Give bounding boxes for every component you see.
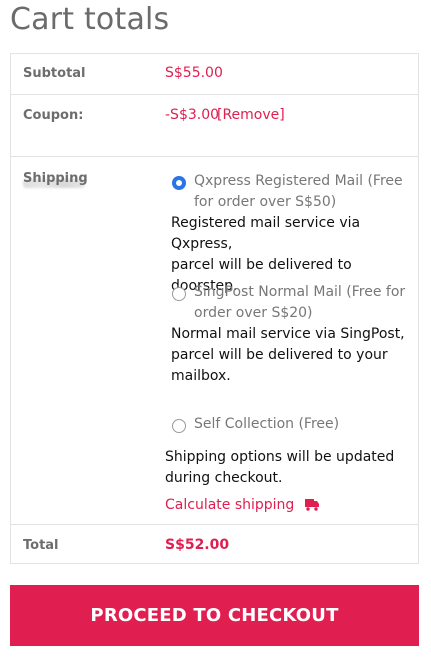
shipping-label: Shipping xyxy=(23,171,88,186)
shipping-note: Shipping options will be updated during … xyxy=(165,449,395,486)
coupon-remove-link[interactable]: [Remove] xyxy=(217,107,285,123)
option-singpost-label[interactable]: SingPost Normal Mail (Free for order ove… xyxy=(194,282,419,324)
subtotal-value: S$55.00 xyxy=(165,65,223,81)
page-title: Cart totals xyxy=(10,2,170,37)
radio-singpost[interactable] xyxy=(172,287,186,301)
total-value: S$52.00 xyxy=(165,537,230,553)
subtotal-label: Subtotal xyxy=(23,66,86,81)
total-label: Total xyxy=(23,538,59,553)
coupon-discount-value: -S$3.00 xyxy=(165,107,220,123)
shipping-row: Shipping Qxpress Registered Mail (Free f… xyxy=(11,156,418,524)
option-singpost-description: Normal mail service via SingPost, parcel… xyxy=(171,326,405,384)
total-row: Total S$52.00 xyxy=(11,524,418,565)
cart-totals-table: Subtotal S$55.00 Coupon: -S$3.00 [Remove… xyxy=(10,53,419,564)
coupon-row: Coupon: -S$3.00 [Remove] xyxy=(11,94,418,156)
truck-icon xyxy=(304,499,319,511)
subtotal-row: Subtotal S$55.00 xyxy=(11,54,418,94)
proceed-to-checkout-button[interactable]: PROCEED TO CHECKOUT xyxy=(10,585,419,646)
calculate-shipping-link[interactable]: Calculate shipping xyxy=(165,495,319,516)
coupon-label: Coupon: xyxy=(23,108,84,123)
option-self-collection-label[interactable]: Self Collection (Free) xyxy=(194,414,419,435)
radio-self-collection[interactable] xyxy=(172,419,186,433)
option-qxpress-label[interactable]: Qxpress Registered Mail (Free for order … xyxy=(194,171,419,213)
radio-qxpress[interactable] xyxy=(172,176,186,190)
